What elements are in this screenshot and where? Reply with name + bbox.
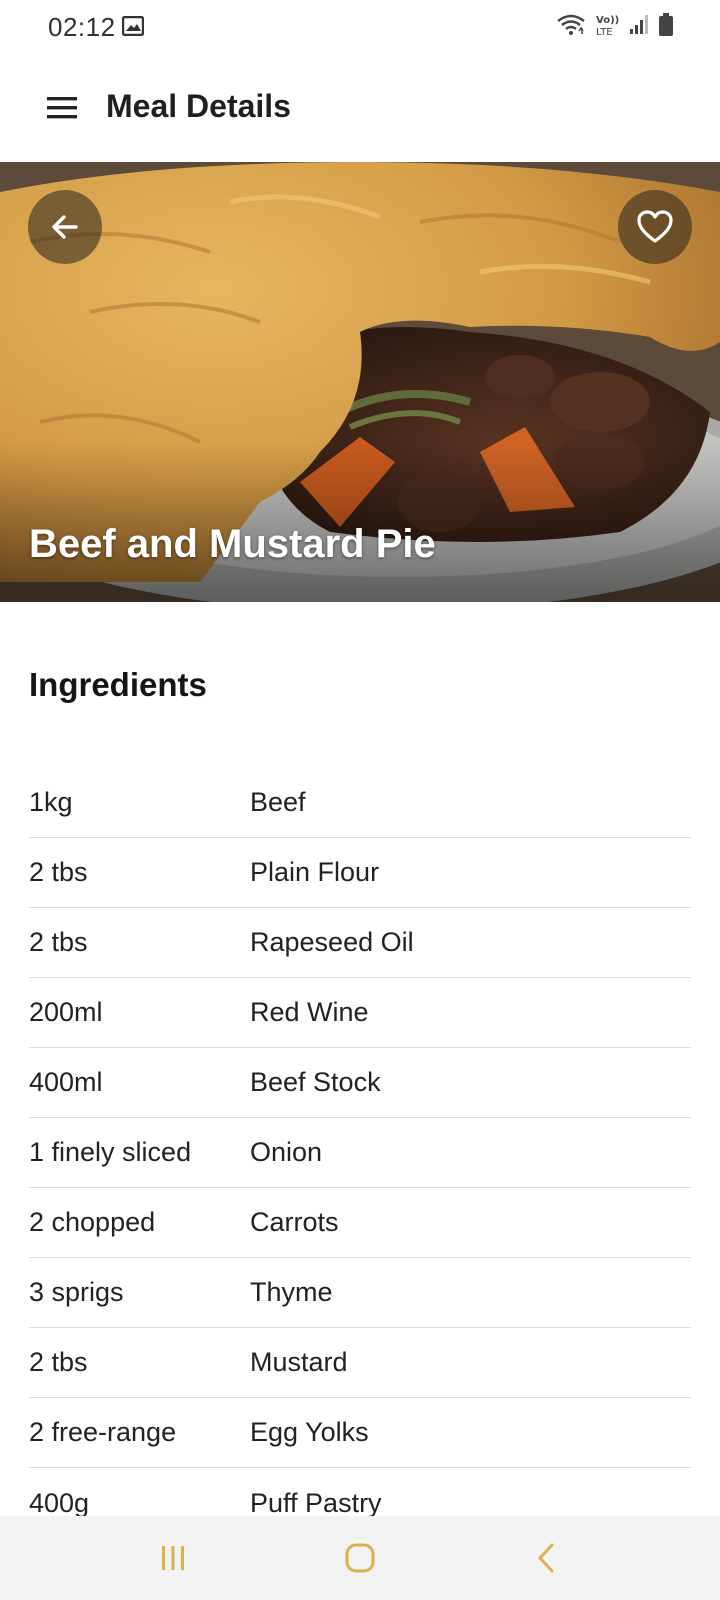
ingredient-measure: 1kg xyxy=(29,787,73,817)
ingredient-measure: 2 free-range xyxy=(29,1417,177,1447)
ingredient-measure: 2 tbs xyxy=(29,927,88,957)
ingredients-heading: Ingredients xyxy=(29,666,207,703)
ingredient-row: 2 tbs Rapeseed Oil xyxy=(29,908,691,978)
ingredient-measure: 1 finely sliced xyxy=(29,1137,192,1167)
meal-hero-image: Beef and Mustard Pie xyxy=(0,162,720,602)
ingredient-row: 1 finely sliced Onion xyxy=(29,1118,691,1188)
ingredient-measure: 400g xyxy=(29,1487,90,1518)
ingredient-name: Carrots xyxy=(250,1207,339,1237)
ingredient-row: 400ml Beef Stock xyxy=(29,1048,691,1118)
ingredient-name: Plain Flour xyxy=(250,857,380,887)
ingredient-row: 1kg Beef xyxy=(29,768,691,838)
wifi-icon xyxy=(557,14,585,35)
ingredient-name: Red Wine xyxy=(250,997,369,1027)
menu-button[interactable] xyxy=(40,86,84,130)
meal-name: Beef and Mustard Pie xyxy=(29,522,436,566)
status-time: 02:12 xyxy=(48,12,116,42)
system-nav-bar xyxy=(0,1516,720,1600)
ingredient-name: Onion xyxy=(250,1137,323,1167)
ingredient-measure: 3 sprigs xyxy=(29,1277,124,1307)
status-bar: 02:12 Vo)) LTE xyxy=(0,0,720,54)
volte-icon: Vo)) LTE xyxy=(596,15,619,38)
ingredient-row: 2 free-range Egg Yolks xyxy=(29,1398,691,1468)
svg-text:LTE: LTE xyxy=(596,27,613,38)
ingredients-list: 1kg Beef 2 tbs Plain Flour 2 tbs Rapesee… xyxy=(29,768,691,1538)
recent-apps-button[interactable] xyxy=(133,1528,213,1588)
ingredient-name: Thyme xyxy=(250,1277,333,1307)
gallery-icon xyxy=(122,16,144,36)
heart-outline-icon xyxy=(637,210,673,243)
ingredient-measure: 400ml xyxy=(29,1067,103,1097)
ingredient-row: 200ml Red Wine xyxy=(29,978,691,1048)
signal-icon xyxy=(630,15,648,34)
ingredient-name: Beef xyxy=(250,787,306,817)
ingredient-measure: 2 tbs xyxy=(29,857,88,887)
ingredient-name: Rapeseed Oil xyxy=(250,927,414,957)
battery-icon xyxy=(659,13,673,36)
ingredient-measure: 2 chopped xyxy=(29,1207,156,1237)
ingredient-name: Puff Pastry xyxy=(250,1487,382,1518)
ingredient-measure: 200ml xyxy=(29,997,103,1027)
back-icon xyxy=(538,1543,554,1573)
hamburger-menu-icon xyxy=(47,97,77,119)
ingredient-name: Beef Stock xyxy=(250,1067,381,1097)
ingredient-name: Mustard xyxy=(250,1347,348,1377)
ingredient-row: 3 sprigs Thyme xyxy=(29,1258,691,1328)
back-button[interactable] xyxy=(28,190,102,264)
ingredient-measure: 2 tbs xyxy=(29,1347,88,1377)
ingredient-row: 2 chopped Carrots xyxy=(29,1188,691,1258)
favorite-button[interactable] xyxy=(618,190,692,264)
svg-text:Vo)): Vo)) xyxy=(596,15,619,26)
ingredient-name: Egg Yolks xyxy=(250,1417,369,1447)
app-bar: Meal Details xyxy=(0,54,720,162)
home-icon xyxy=(345,1543,375,1573)
status-icons: Vo)) LTE xyxy=(556,12,674,38)
arrow-left-icon xyxy=(52,215,78,239)
recent-apps-icon xyxy=(162,1546,185,1570)
ingredient-row: 2 tbs Mustard xyxy=(29,1328,691,1398)
ingredient-row: 2 tbs Plain Flour xyxy=(29,838,691,908)
nav-back-button[interactable] xyxy=(507,1528,587,1588)
page-title: Meal Details xyxy=(106,88,291,124)
home-button[interactable] xyxy=(320,1528,400,1588)
